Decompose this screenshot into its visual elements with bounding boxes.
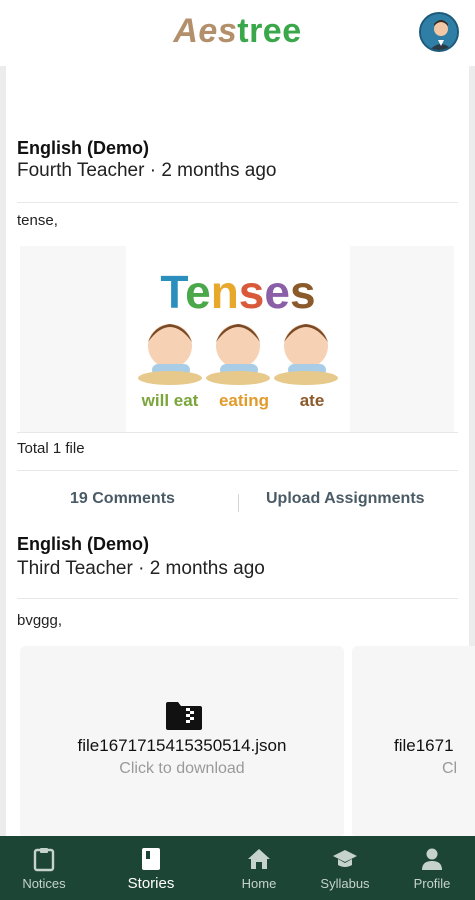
upload-assignments-button[interactable]: Upload Assignments bbox=[266, 490, 425, 508]
post-subject: English (Demo) bbox=[17, 138, 150, 158]
person-icon bbox=[419, 846, 445, 872]
file-tile[interactable]: file1671715415350514.json Click to downl… bbox=[20, 646, 344, 836]
app-header: Aestree bbox=[0, 0, 475, 66]
book-icon bbox=[138, 846, 164, 872]
clipboard-icon bbox=[31, 846, 57, 872]
svg-text:Tenses: Tenses bbox=[160, 266, 315, 318]
story-card: English (Demo) Third Teacher · 2 months … bbox=[6, 518, 475, 836]
nav-item-notices[interactable]: Notices bbox=[1, 836, 87, 900]
app-logo: Aestree bbox=[173, 12, 302, 50]
bottom-navigation: Notices Stories Home Syllabus Profile bbox=[0, 836, 475, 900]
divider bbox=[17, 432, 458, 433]
file-name: file1671 bbox=[394, 736, 454, 755]
nav-item-stories[interactable]: Stories bbox=[108, 836, 194, 900]
file-name: file1671715415350514.json bbox=[77, 736, 287, 755]
divider bbox=[17, 470, 458, 471]
nav-label: Notices bbox=[22, 876, 66, 891]
post-text: tense, bbox=[17, 212, 58, 229]
nav-label: Home bbox=[241, 876, 277, 891]
comments-button[interactable]: 19 Comments bbox=[70, 490, 175, 508]
story-card: English (Demo) Fourth Teacher · 2 months… bbox=[6, 66, 469, 538]
divider bbox=[17, 598, 458, 599]
stories-feed[interactable]: English (Demo) Fourth Teacher · 2 months… bbox=[0, 66, 475, 836]
nav-item-home[interactable]: Home bbox=[216, 836, 302, 900]
action-separator bbox=[238, 494, 239, 512]
tenses-image: Tenses will eat eating ate bbox=[126, 246, 350, 432]
post-teacher-line: Fourth Teacher · 2 months ago bbox=[17, 160, 277, 181]
nav-item-profile[interactable]: Profile bbox=[389, 836, 475, 900]
nav-label: Profile bbox=[413, 876, 451, 891]
nav-label: Stories bbox=[127, 875, 175, 892]
image-label: eating bbox=[219, 391, 269, 410]
file-tile[interactable]: file1671 Cl bbox=[352, 646, 475, 836]
total-files: Total 1 file bbox=[17, 440, 85, 457]
image-label: ate bbox=[300, 391, 325, 410]
click-to-download[interactable]: Cl bbox=[442, 760, 457, 778]
post-subject: English (Demo) bbox=[17, 534, 150, 554]
nav-label: Syllabus bbox=[320, 876, 370, 891]
post-text: bvggg, bbox=[17, 612, 63, 629]
nav-item-syllabus[interactable]: Syllabus bbox=[302, 836, 388, 900]
click-to-download[interactable]: Click to download bbox=[20, 760, 344, 778]
home-icon bbox=[246, 846, 272, 872]
attachment-image[interactable]: Tenses will eat eating ate bbox=[20, 246, 454, 432]
graduation-cap-icon bbox=[332, 846, 358, 872]
post-teacher-line: Third Teacher · 2 months ago bbox=[17, 558, 265, 579]
divider bbox=[17, 202, 458, 203]
avatar[interactable] bbox=[419, 12, 459, 52]
file-archive-icon bbox=[166, 702, 202, 730]
image-label: will eat bbox=[141, 391, 199, 410]
post-actions: 19 Comments Upload Assignments bbox=[6, 484, 469, 520]
